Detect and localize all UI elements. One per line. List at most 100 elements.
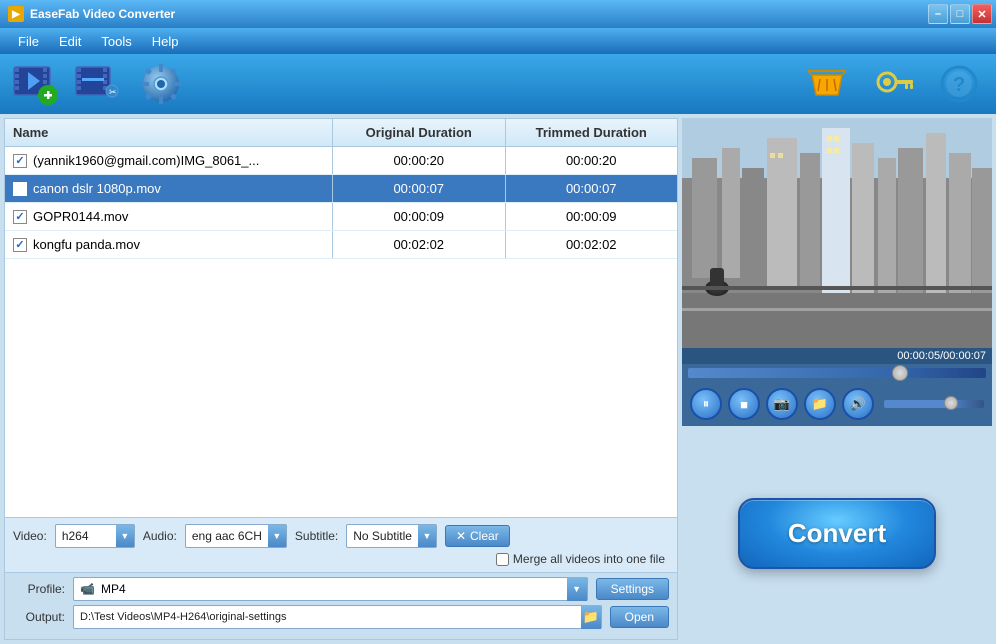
preview-image <box>682 118 992 348</box>
table-row[interactable]: (yannik1960@gmail.com)IMG_8061_... 00:00… <box>5 147 677 175</box>
camera-icon: 📷 <box>774 396 790 412</box>
stop-icon: ■ <box>740 397 748 412</box>
settings-button[interactable] <box>134 59 188 109</box>
profile-row: Profile: 📹 MP4 ▼ Settings <box>13 577 669 601</box>
row-orig-3: 00:02:02 <box>333 231 506 258</box>
license-button[interactable] <box>866 59 920 109</box>
video-dropdown-arrow[interactable]: ▼ <box>116 525 134 547</box>
menu-edit[interactable]: Edit <box>49 31 91 52</box>
row-trim-0: 00:00:20 <box>506 147 678 174</box>
edit-video-button[interactable]: ✂ <box>72 59 126 109</box>
clear-label: Clear <box>470 529 499 543</box>
minimize-button[interactable]: – <box>928 4 948 24</box>
window-controls: – □ ✕ <box>928 4 992 24</box>
clear-icon: ✕ <box>456 529 466 543</box>
right-toolbar-icons: ? <box>800 59 986 109</box>
close-button[interactable]: ✕ <box>972 4 992 24</box>
seek-bar[interactable] <box>688 368 986 378</box>
main-area: Name Original Duration Trimmed Duration … <box>0 114 996 644</box>
file-panel: Name Original Duration Trimmed Duration … <box>4 118 678 640</box>
row-checkbox-3[interactable] <box>13 238 27 252</box>
menu-file[interactable]: File <box>8 31 49 52</box>
output-label: Output: <box>13 610 65 624</box>
subtitle-label: Subtitle: <box>295 529 338 543</box>
folder-button[interactable]: 📁 <box>804 388 836 420</box>
merge-row: Merge all videos into one file <box>13 552 669 566</box>
profile-label: Profile: <box>13 582 65 596</box>
volume-icon: 🔊 <box>850 396 866 412</box>
audio-value: eng aac 6CH <box>186 526 268 546</box>
clear-button[interactable]: ✕ Clear <box>445 525 510 547</box>
maximize-button[interactable]: □ <box>950 4 970 24</box>
basket-icon <box>806 63 848 105</box>
settings-icon <box>139 62 183 106</box>
preview-panel: 00:00:05/00:00:07 ⏸ ■ 📷 📁 🔊 <box>682 118 992 640</box>
row-orig-0: 00:00:20 <box>333 147 506 174</box>
merge-checkbox[interactable] <box>496 553 509 566</box>
volume-thumb[interactable] <box>944 396 958 410</box>
convert-button[interactable]: Convert <box>738 498 936 569</box>
playback-controls: ⏸ ■ 📷 📁 🔊 <box>682 382 992 426</box>
row-trim-2: 00:00:09 <box>506 203 678 230</box>
profile-dropdown-arrow[interactable]: ▼ <box>567 577 587 601</box>
row-filename-1: canon dslr 1080p.mov <box>33 181 161 196</box>
key-icon <box>873 64 913 104</box>
row-filename-0: (yannik1960@gmail.com)IMG_8061_... <box>33 153 259 168</box>
app-icon: ▶ <box>8 6 24 22</box>
profile-icon: 📹 <box>80 582 95 596</box>
audio-dropdown[interactable]: eng aac 6CH ▼ <box>185 524 287 548</box>
row-trim-3: 00:02:02 <box>506 231 678 258</box>
stop-button[interactable]: ■ <box>728 388 760 420</box>
time-display: 00:00:05/00:00:07 <box>682 348 992 364</box>
row-orig-1: 00:00:07 <box>333 175 506 202</box>
open-button[interactable]: Open <box>610 606 669 628</box>
subtitle-value: No Subtitle <box>347 526 418 546</box>
audio-dropdown-arrow[interactable]: ▼ <box>268 525 286 547</box>
row-checkbox-1[interactable] <box>13 182 27 196</box>
col-header-name: Name <box>5 119 333 146</box>
volume-button[interactable]: 🔊 <box>842 388 874 420</box>
bottom-controls: Video: h264 ▼ Audio: eng aac 6CH ▼ Subti… <box>5 517 677 572</box>
screenshot-button[interactable]: 📷 <box>766 388 798 420</box>
add-video-button[interactable] <box>10 59 64 109</box>
row-checkbox-2[interactable] <box>13 210 27 224</box>
row-filename-2: GOPR0144.mov <box>33 209 128 224</box>
window-title: EaseFab Video Converter <box>30 7 175 21</box>
settings-button-profile[interactable]: Settings <box>596 578 669 600</box>
seek-thumb[interactable] <box>892 365 908 381</box>
controls-row: Video: h264 ▼ Audio: eng aac 6CH ▼ Subti… <box>13 524 669 548</box>
table-empty-area <box>5 318 677 517</box>
output-folder-icon[interactable]: 📁 <box>581 605 601 629</box>
toolbar: ✂ <box>0 54 996 114</box>
table-row[interactable]: canon dslr 1080p.mov 00:00:07 00:00:07 <box>5 175 677 203</box>
menu-tools[interactable]: Tools <box>91 31 141 52</box>
video-label: Video: <box>13 529 47 543</box>
row-filename-3: kongfu panda.mov <box>33 237 140 252</box>
audio-label: Audio: <box>143 529 177 543</box>
table-row[interactable]: kongfu panda.mov 00:02:02 00:02:02 <box>5 231 677 259</box>
edit-video-icon: ✂ <box>74 61 124 107</box>
output-row: Output: D:\Test Videos\MP4-H264\original… <box>13 605 669 629</box>
time-value: 00:00:05/00:00:07 <box>897 350 986 362</box>
title-bar: ▶ EaseFab Video Converter – □ ✕ <box>0 0 996 28</box>
video-dropdown[interactable]: h264 ▼ <box>55 524 135 548</box>
pause-button[interactable]: ⏸ <box>690 388 722 420</box>
volume-bar[interactable] <box>884 400 984 408</box>
profile-select[interactable]: 📹 MP4 ▼ <box>73 577 588 601</box>
menu-help[interactable]: Help <box>142 31 189 52</box>
output-select[interactable]: D:\Test Videos\MP4-H264\original-setting… <box>73 605 602 629</box>
col-header-original: Original Duration <box>333 119 506 146</box>
seek-bar-wrap <box>682 364 992 382</box>
row-checkbox-0[interactable] <box>13 154 27 168</box>
shop-button[interactable] <box>800 59 854 109</box>
subtitle-dropdown[interactable]: No Subtitle ▼ <box>346 524 437 548</box>
folder-icon: 📁 <box>812 396 828 412</box>
add-video-icon <box>12 61 62 107</box>
help-button[interactable]: ? <box>932 59 986 109</box>
table-row[interactable]: GOPR0144.mov 00:00:09 00:00:09 <box>5 203 677 231</box>
row-orig-2: 00:00:09 <box>333 203 506 230</box>
help-icon: ? <box>939 64 979 104</box>
subtitle-dropdown-arrow[interactable]: ▼ <box>418 525 436 547</box>
row-trim-1: 00:00:07 <box>506 175 678 202</box>
pause-icon: ⏸ <box>703 396 710 412</box>
